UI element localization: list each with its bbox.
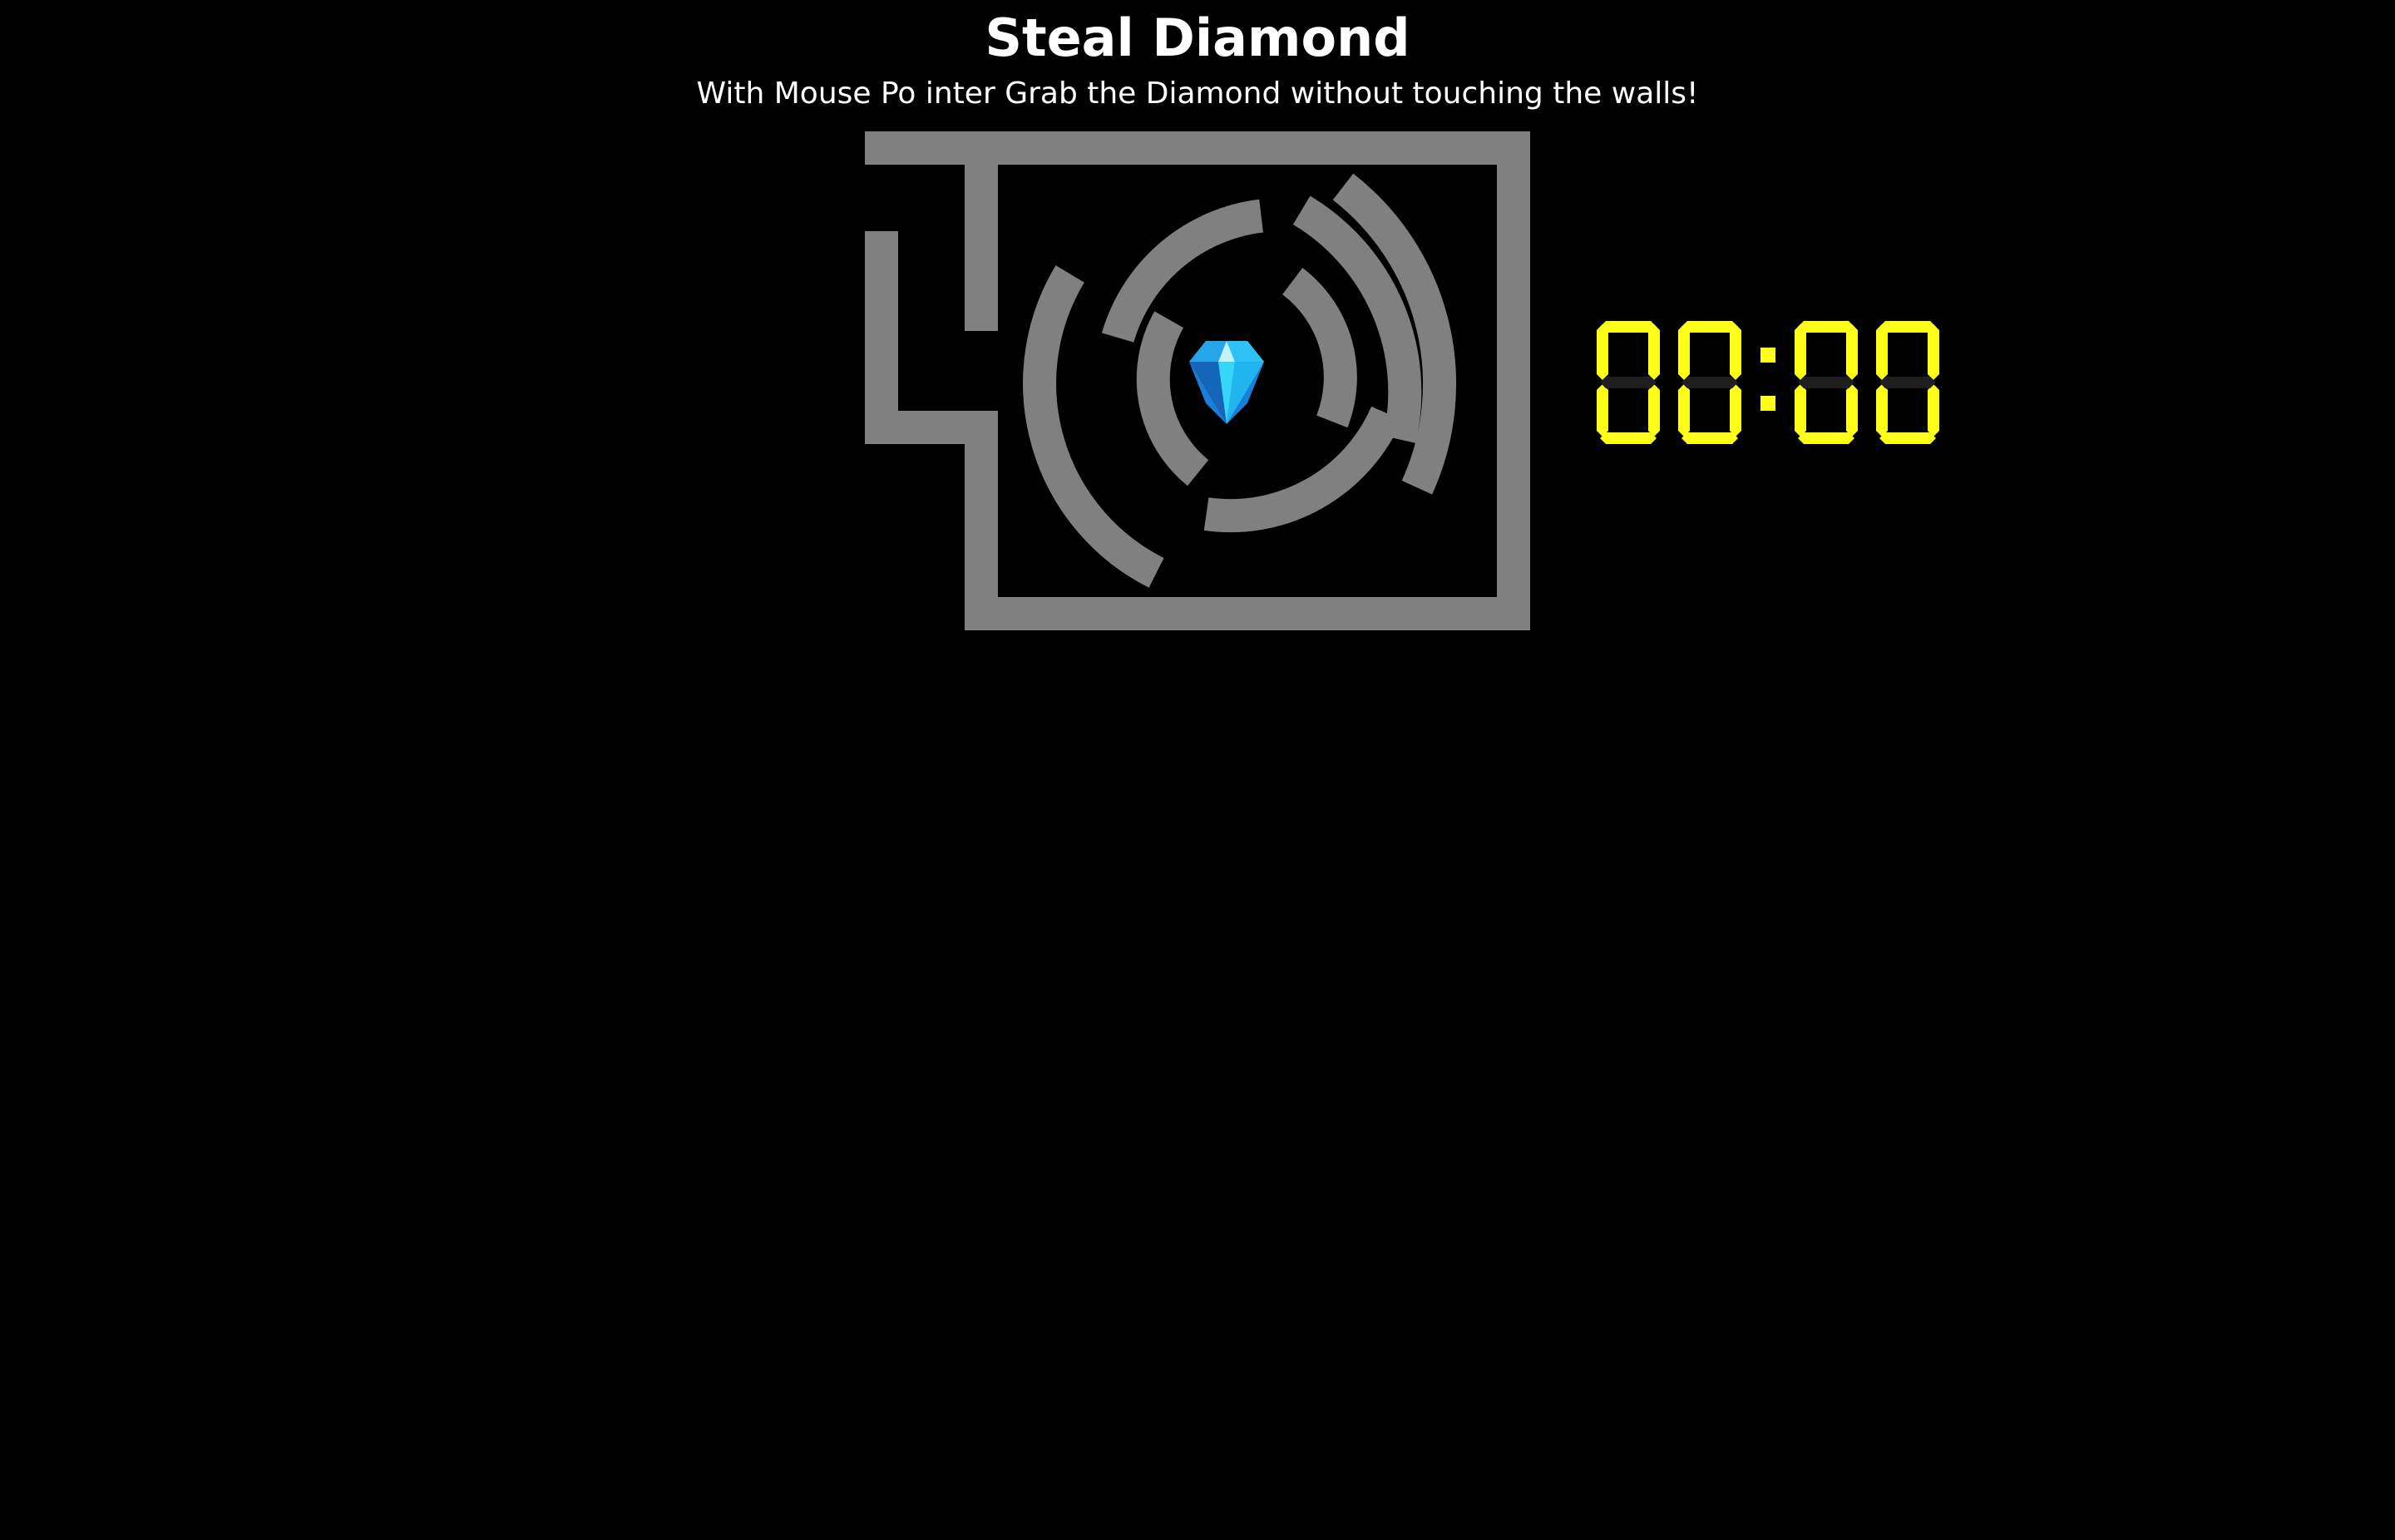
timer-second-tens-digit bbox=[1795, 321, 1858, 444]
maze-svg[interactable] bbox=[832, 125, 1563, 657]
timer-colon-dot-2 bbox=[1760, 396, 1775, 411]
timer-minute-ones-digit-segment-d bbox=[1681, 432, 1738, 444]
seven-segment-clock bbox=[1597, 321, 1939, 444]
timer-second-ones-digit-segment-b bbox=[1928, 324, 1939, 380]
maze-wall-far-left[interactable] bbox=[865, 231, 898, 444]
timer-second-ones-digit-segment-d bbox=[1879, 432, 1936, 444]
timer-minute-ones-digit-segment-a bbox=[1681, 321, 1738, 333]
timer-minute-ones-digit-segment-f bbox=[1678, 324, 1690, 380]
timer-minute-ones-digit-segment-g bbox=[1681, 377, 1738, 388]
timer-second-ones-digit-segment-f bbox=[1876, 324, 1888, 380]
timer-minute-tens-digit-segment-f bbox=[1597, 324, 1608, 380]
timer-second-ones-digit-segment-e bbox=[1876, 384, 1888, 437]
timer-second-ones-digit-segment-c bbox=[1928, 384, 1939, 437]
timer-minute-ones-digit-segment-e bbox=[1678, 384, 1690, 437]
timer-minute-tens-digit-segment-e bbox=[1597, 384, 1608, 437]
diamond-icon[interactable] bbox=[1189, 341, 1264, 424]
timer-minute-tens-digit-segment-d bbox=[1600, 432, 1657, 444]
timer-second-tens-digit-segment-d bbox=[1798, 432, 1854, 444]
timer-display: 00 00 : bbox=[1595, 316, 1961, 449]
timer-minute-tens-digit-segment-g bbox=[1600, 377, 1657, 388]
timer-colon bbox=[1760, 348, 1775, 411]
timer-minute-tens-digit-segment-b bbox=[1648, 324, 1660, 380]
game-instructions: With Mouse Po inter Grab the Diamond wit… bbox=[696, 77, 1699, 111]
maze-wall-inner-left-top[interactable] bbox=[965, 131, 998, 331]
maze-ring-middle-bottom[interactable] bbox=[1203, 406, 1402, 533]
timer-minute-tens-digit bbox=[1597, 321, 1660, 444]
timer-second-tens-digit-segment-e bbox=[1795, 384, 1806, 437]
timer-minute-ones-digit-segment-b bbox=[1730, 324, 1741, 380]
timer-second-ones-digit-segment-g bbox=[1879, 377, 1936, 388]
timer-minute-ones-digit-segment-c bbox=[1730, 384, 1741, 437]
timer-second-tens-digit-segment-a bbox=[1798, 321, 1854, 333]
maze-ring-middle-top[interactable] bbox=[1101, 199, 1264, 343]
timer-minute-ones-digit bbox=[1678, 321, 1741, 444]
maze-ring-inner-right[interactable] bbox=[1281, 268, 1357, 428]
timer-second-ones-digit bbox=[1876, 321, 1939, 444]
timer-minute-tens-digit-segment-a bbox=[1600, 321, 1657, 333]
timer-minute-tens-digit-segment-c bbox=[1648, 384, 1660, 437]
timer-second-tens-digit-segment-b bbox=[1846, 324, 1858, 380]
timer-second-tens-digit-segment-c bbox=[1846, 384, 1858, 437]
timer-second-tens-digit-segment-g bbox=[1798, 377, 1854, 388]
maze-wall-right[interactable] bbox=[1497, 131, 1530, 630]
game-title: Steal Diamond bbox=[985, 7, 1410, 68]
maze-ring-inner-left[interactable] bbox=[1136, 311, 1209, 486]
timer-second-ones-digit-segment-a bbox=[1879, 321, 1936, 333]
timer-second-tens-digit-segment-f bbox=[1795, 324, 1806, 380]
timer-colon-dot-1 bbox=[1760, 348, 1775, 363]
maze-wall-bottom[interactable] bbox=[965, 597, 1530, 630]
maze-board[interactable] bbox=[832, 125, 1563, 657]
